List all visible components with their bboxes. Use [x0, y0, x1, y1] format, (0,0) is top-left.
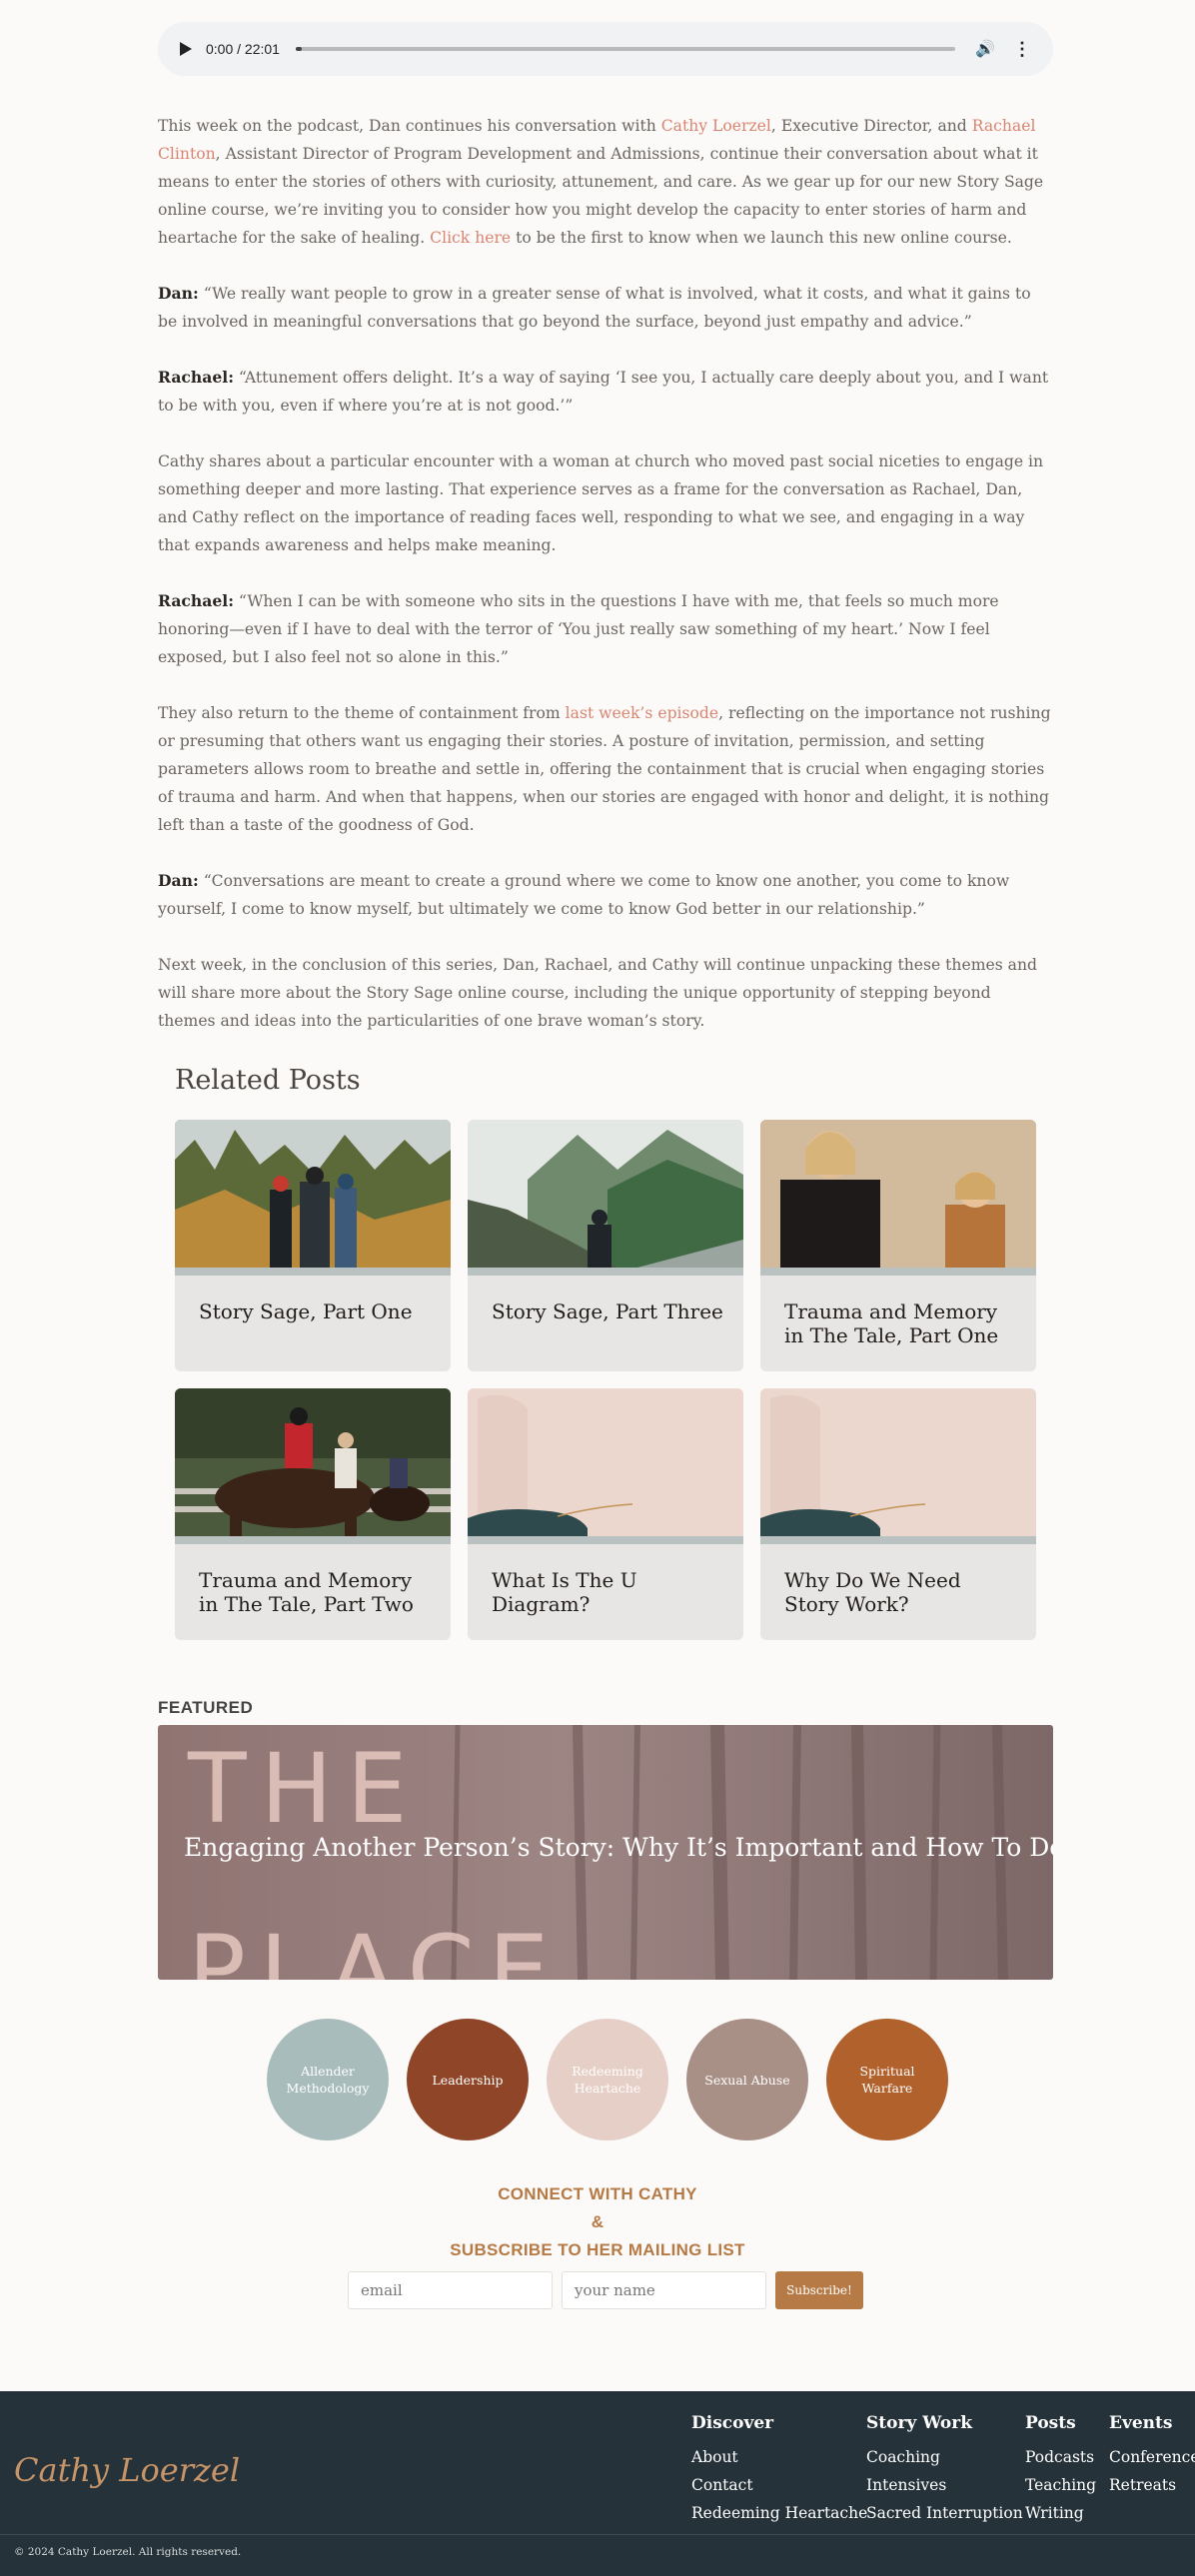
footer-link-sacred-interruption[interactable]: Sacred Interruption	[866, 2499, 1023, 2527]
category-allender-methodology[interactable]: Allender Methodology	[267, 2019, 389, 2141]
footer-link-conferences[interactable]: Conferences	[1109, 2443, 1195, 2471]
quote: Rachael: “Attunement offers delight. It’…	[158, 368, 1049, 415]
speaker: Dan:	[158, 871, 199, 890]
article-body: This week on the podcast, Dan continues …	[158, 112, 1053, 1063]
paragraph: Next week, in the conclusion of this ser…	[158, 956, 1038, 1030]
post-image-woman-and-girl	[760, 1120, 1036, 1268]
footer-column-title: Discover	[691, 2413, 774, 2433]
footer-link-teaching[interactable]: Teaching	[1025, 2471, 1096, 2499]
related-post-card[interactable]: Story Sage, Part Three	[468, 1120, 743, 1371]
category-leadership[interactable]: Leadership	[407, 2019, 529, 2141]
paragraph: They also return to the theme of contain…	[158, 704, 1051, 834]
featured-post-title[interactable]: Engaging Another Person’s Story: Why It’…	[184, 1833, 1053, 1862]
related-post-card[interactable]: Story Sage, Part One	[175, 1120, 451, 1371]
footer-link-podcasts[interactable]: Podcasts	[1025, 2443, 1096, 2471]
post-title[interactable]: Trauma and Memory in The Tale, Part One	[784, 1299, 1020, 1347]
audio-progress-fill	[295, 47, 302, 51]
related-post-card[interactable]: Trauma and Memory in The Tale, Part One	[760, 1120, 1036, 1371]
featured-post-banner[interactable]: THE PLACE Engaging Another Person’s Stor…	[158, 1725, 1053, 1980]
post-image-mountain-valley	[468, 1120, 743, 1268]
post-title[interactable]: Story Sage, Part Three	[492, 1299, 727, 1323]
post-image-horse-riders	[175, 1388, 451, 1536]
play-icon[interactable]	[180, 42, 192, 56]
post-image-pink-abstract	[468, 1388, 743, 1536]
subscribe-form: Subscribe!	[348, 2271, 863, 2309]
footer-link-intensives[interactable]: Intensives	[866, 2471, 1023, 2499]
site-logo[interactable]: Cathy Loerzel	[14, 2451, 240, 2489]
footer-column-title: Events	[1109, 2413, 1173, 2433]
site-footer: Cathy Loerzel Discover About Contact Red…	[0, 2391, 1195, 2576]
related-post-card[interactable]: Why Do We Need Story Work?	[760, 1388, 1036, 1640]
category-spiritual-warfare[interactable]: Spiritual Warfare	[826, 2019, 948, 2141]
footer-column-title: Posts	[1025, 2413, 1076, 2433]
paragraph: This week on the podcast, Dan continues …	[158, 117, 1044, 247]
footer-column-discover: Discover About Contact Redeeming Heartac…	[691, 2413, 867, 2527]
post-title[interactable]: Story Sage, Part One	[199, 1299, 435, 1323]
footer-column-events: Events Conferences Retreats	[1109, 2413, 1195, 2499]
link-cathy-loerzel[interactable]: Cathy Loerzel	[661, 117, 771, 135]
link-last-weeks-episode[interactable]: last week’s episode	[566, 704, 718, 722]
speaker: Rachael:	[158, 591, 234, 610]
quote: Dan: “We really want people to grow in a…	[158, 284, 1031, 331]
related-post-card[interactable]: What Is The U Diagram?	[468, 1388, 743, 1640]
footer-column-story-work: Story Work Coaching Intensives Sacred In…	[866, 2413, 1023, 2527]
category-redeeming-heartache[interactable]: Redeeming Heartache	[547, 2019, 668, 2141]
related-posts-heading: Related Posts	[175, 1065, 361, 1096]
connect-heading: CONNECT WITH CATHY & SUBSCRIBE TO HER MA…	[450, 2184, 745, 2259]
footer-link-retreats[interactable]: Retreats	[1109, 2471, 1195, 2499]
audio-player[interactable]: 0:00 / 22:01 🔊 ⋮	[158, 22, 1053, 76]
audio-progress-bar[interactable]	[295, 47, 956, 51]
speaker: Dan:	[158, 284, 199, 303]
paragraph: Cathy shares about a particular encounte…	[158, 452, 1044, 554]
quote: Rachael: “When I can be with someone who…	[158, 591, 999, 666]
post-image-pink-abstract	[760, 1388, 1036, 1536]
email-field[interactable]	[348, 2271, 553, 2309]
volume-icon[interactable]: 🔊	[975, 39, 995, 59]
footer-divider	[0, 2534, 1195, 2535]
post-title[interactable]: What Is The U Diagram?	[492, 1568, 727, 1616]
footer-link-about[interactable]: About	[691, 2443, 867, 2471]
related-post-card[interactable]: Trauma and Memory in The Tale, Part Two	[175, 1388, 451, 1640]
footer-link-contact[interactable]: Contact	[691, 2471, 867, 2499]
quote: Dan: “Conversations are meant to create …	[158, 871, 1010, 918]
footer-column-posts: Posts Podcasts Teaching Writing	[1025, 2413, 1096, 2527]
link-click-here[interactable]: Click here	[430, 229, 511, 247]
featured-bg-word: THE	[188, 1733, 422, 1845]
featured-bg-word: PLACE	[188, 1915, 564, 1980]
audio-time: 0:00 / 22:01	[206, 41, 280, 57]
post-title[interactable]: Why Do We Need Story Work?	[784, 1568, 1020, 1616]
footer-link-redeeming-heartache[interactable]: Redeeming Heartache	[691, 2499, 867, 2527]
post-image-forest-hikers	[175, 1120, 451, 1268]
category-sexual-abuse[interactable]: Sexual Abuse	[686, 2019, 808, 2141]
footer-link-writing[interactable]: Writing	[1025, 2499, 1096, 2527]
more-options-icon[interactable]: ⋮	[1013, 39, 1031, 60]
copyright: © 2024 Cathy Loerzel. All rights reserve…	[14, 2546, 242, 2558]
footer-link-coaching[interactable]: Coaching	[866, 2443, 1023, 2471]
speaker: Rachael:	[158, 368, 234, 387]
featured-label: FEATURED	[158, 1698, 254, 1717]
name-field[interactable]	[562, 2271, 766, 2309]
footer-column-title: Story Work	[866, 2413, 973, 2433]
post-title[interactable]: Trauma and Memory in The Tale, Part Two	[199, 1568, 435, 1616]
subscribe-button[interactable]: Subscribe!	[775, 2271, 863, 2309]
